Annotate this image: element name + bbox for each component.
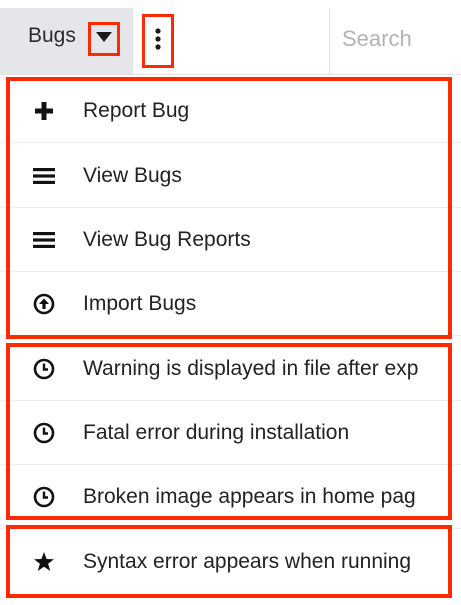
plus-icon [33, 100, 55, 122]
menu-item-label: View Bug Reports [83, 227, 251, 251]
clock-icon [33, 422, 55, 444]
list-icon [33, 165, 55, 187]
recent-item-label: Broken image appears in home pag [83, 484, 416, 508]
module-tab-label[interactable]: Bugs [28, 24, 76, 48]
top-strip [0, 0, 461, 8]
module-menu-toggle-button[interactable] [88, 22, 120, 56]
list-icon [33, 229, 55, 251]
favorite-item[interactable]: Syntax error appears when running [0, 530, 461, 594]
favorite-item-label: Syntax error appears when running [83, 550, 412, 573]
clock-icon [33, 486, 55, 508]
star-icon [33, 551, 55, 573]
upload-circle-icon [33, 293, 55, 315]
menu-item-label: View Bugs [83, 163, 182, 187]
menu-item-view-bug-reports[interactable]: View Bug Reports [0, 208, 461, 272]
menu-item-import-bugs[interactable]: Import Bugs [0, 272, 461, 336]
menu-item-label: Import Bugs [83, 291, 197, 315]
menu-item-view-bugs[interactable]: View Bugs [0, 144, 461, 208]
recent-item-label: Fatal error during installation [83, 420, 350, 444]
menu-item-report-bug[interactable]: Report Bug [0, 79, 461, 143]
more-actions-button[interactable] [142, 14, 174, 68]
recent-item[interactable]: Warning is displayed in file after exp [0, 337, 461, 401]
header-bottom-border [0, 74, 461, 75]
caret-down-icon [95, 30, 113, 48]
recent-item-label: Warning is displayed in file after exp [83, 356, 419, 380]
search-input[interactable]: Search [342, 26, 412, 52]
recent-item[interactable]: Broken image appears in home pag [0, 465, 461, 529]
header-divider [329, 8, 330, 74]
recent-item[interactable]: Fatal error during installation [0, 401, 461, 465]
clock-icon [33, 358, 55, 380]
kebab-icon [155, 27, 161, 55]
menu-item-label: Report Bug [83, 98, 190, 122]
